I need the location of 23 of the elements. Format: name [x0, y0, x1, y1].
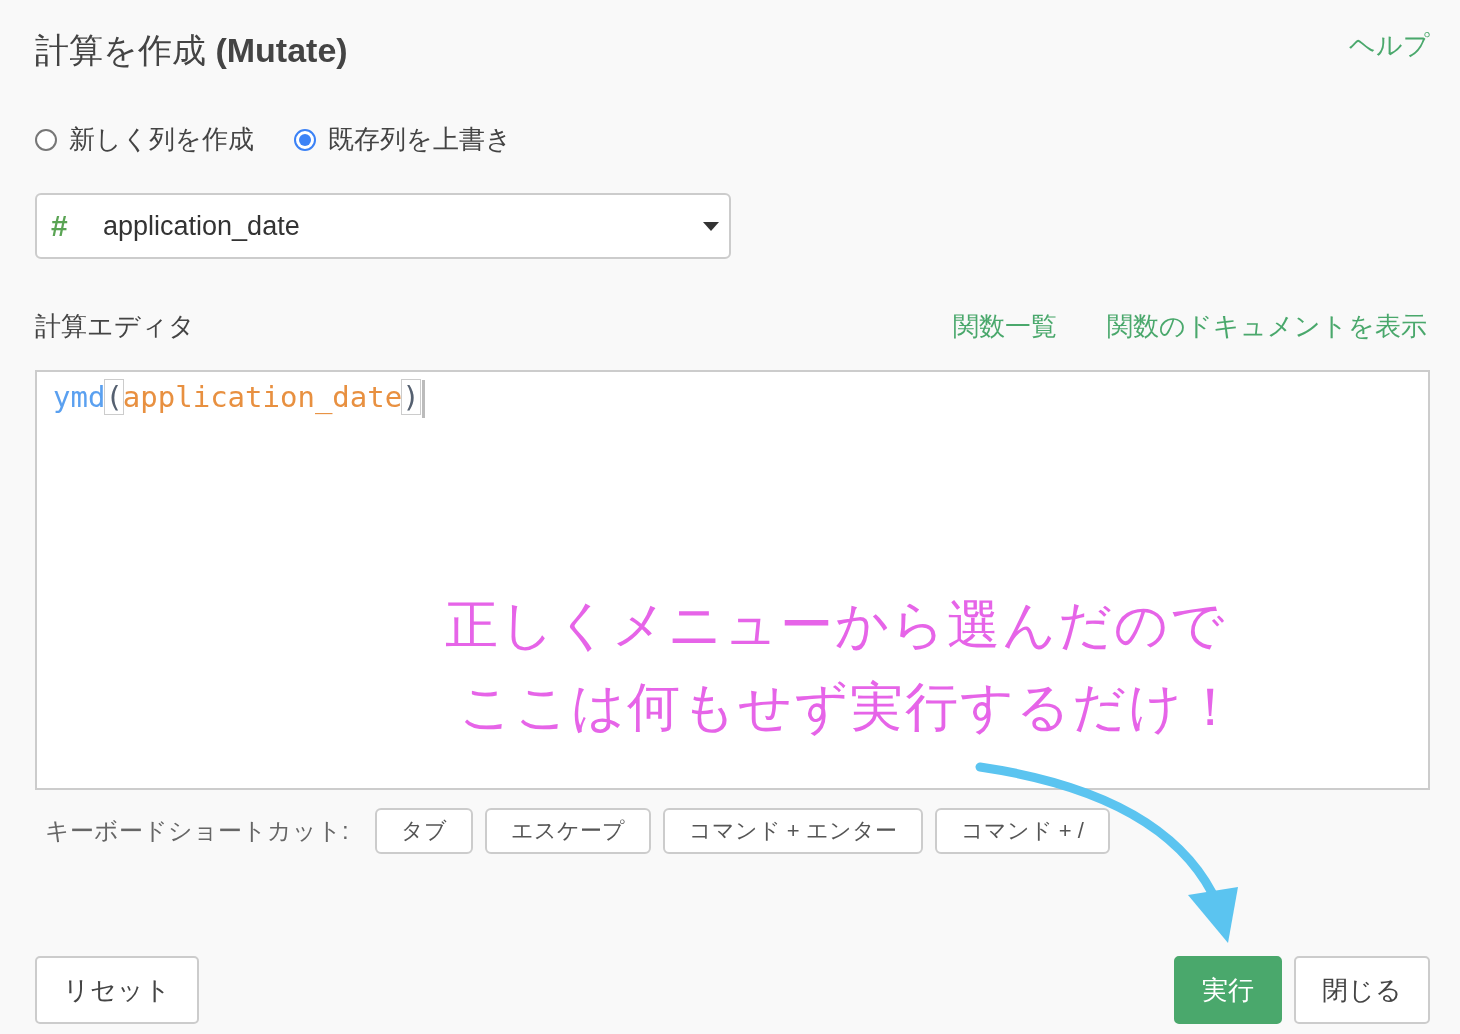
editor-label: 計算エディタ: [35, 310, 195, 343]
dropdown-value: application_date: [103, 210, 301, 242]
caret-icon: [703, 221, 719, 231]
radio-option[interactable]: 新しく列を作成: [35, 122, 254, 157]
close-button[interactable]: 閉じる: [1294, 956, 1430, 1024]
dialog-title: 計算を作成 (Mutate): [35, 30, 348, 71]
shortcut-key: コマンド + エンター: [662, 808, 923, 854]
shortcut-key: エスケープ: [484, 808, 651, 854]
column-dropdown[interactable]: # application_date: [35, 193, 731, 259]
number-type-icon: #: [51, 209, 103, 243]
text-cursor: [421, 380, 425, 418]
radio-icon[interactable]: [294, 128, 316, 151]
radio-icon[interactable]: [35, 128, 57, 151]
shortcuts-label: キーボードショートカット:: [45, 816, 349, 846]
shortcut-key: コマンド + /: [934, 808, 1110, 854]
shortcut-key: タブ: [374, 808, 473, 854]
code-editor[interactable]: ymd(application_date) 正しくメニューから選んだので ここは何もせず実行するだけ！: [35, 370, 1430, 790]
radio-label: 新しく列を作成: [69, 123, 254, 156]
radio-label: 既存列を上書き: [328, 123, 512, 156]
code-line: ymd(application_date): [53, 380, 420, 414]
radio-option[interactable]: 既存列を上書き: [294, 122, 512, 157]
annotation-text: 正しくメニューから選んだので ここは何もせず実行するだけ！: [445, 593, 1239, 739]
reset-button[interactable]: リセット: [35, 956, 199, 1024]
